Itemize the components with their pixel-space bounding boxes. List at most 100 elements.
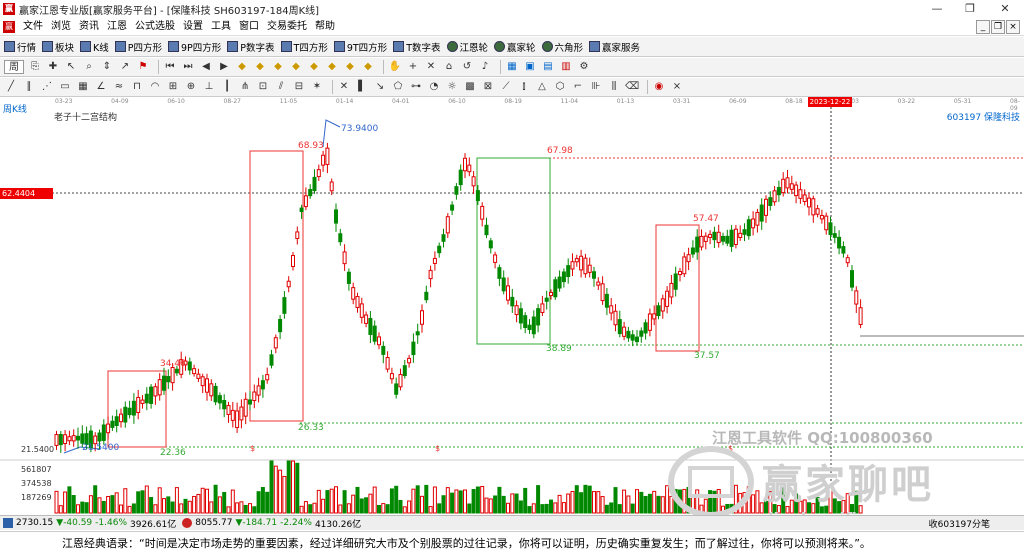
shape-tool-icon[interactable]: ⬠ — [391, 80, 405, 94]
vertical-tool-icon[interactable]: ┃ — [220, 80, 234, 94]
quote-button[interactable]: 行情 — [4, 40, 36, 54]
ruler-tool-icon[interactable]: ⊟ — [292, 80, 306, 94]
hex-tool-icon[interactable]: ⬡ — [553, 80, 567, 94]
erase-icon[interactable]: ⨯ — [670, 80, 684, 94]
box-tool-icon[interactable]: ▭ — [58, 80, 72, 94]
minimize-button[interactable]: — — [922, 0, 952, 18]
candle-body — [295, 231, 300, 239]
tick-detail-link[interactable]: 收603197分笔 — [929, 517, 990, 530]
menu-help[interactable]: 帮助 — [311, 18, 339, 36]
diamond-7-icon[interactable]: ◆ — [343, 60, 357, 74]
close-button[interactable]: ✕ — [990, 0, 1020, 18]
trend-tool-icon[interactable]: ⟋ — [499, 80, 513, 94]
flag-icon[interactable]: ⚑ — [136, 60, 150, 74]
9p-square-button[interactable]: 9P四方形 — [168, 40, 221, 54]
menu-news[interactable]: 资讯 — [75, 18, 103, 36]
zoom-icon[interactable]: ⌕ — [82, 60, 96, 74]
cross-icon[interactable]: ✕ — [424, 60, 438, 74]
config-icon[interactable]: ▥ — [559, 60, 573, 74]
clock-tool-icon[interactable]: ◔ — [427, 80, 441, 94]
menu-window[interactable]: 窗口 — [235, 18, 263, 36]
pointer-icon[interactable]: ↖ — [64, 60, 78, 74]
color-wheel-icon[interactable]: ◉ — [652, 80, 666, 94]
plus-icon[interactable]: + — [406, 60, 420, 74]
p-square-button[interactable]: P四方形 — [114, 40, 162, 54]
diamond-2-icon[interactable]: ◆ — [253, 60, 267, 74]
fib-tool-icon[interactable]: ⊞ — [166, 80, 180, 94]
sun-tool-icon[interactable]: ☼ — [445, 80, 459, 94]
first-icon[interactable]: ⏮ — [163, 60, 177, 74]
diamond-6-icon[interactable]: ◆ — [325, 60, 339, 74]
mdi-restore-button[interactable]: ❐ — [991, 20, 1005, 34]
spiral-tool-icon[interactable]: ⊕ — [184, 80, 198, 94]
menu-formula[interactable]: 公式选股 — [131, 18, 179, 36]
save-icon[interactable]: ▣ — [523, 60, 537, 74]
crosshair-icon[interactable]: ✚ — [46, 60, 60, 74]
arc-tool-icon[interactable]: ◠ — [148, 80, 162, 94]
line-tool-icon[interactable]: ╱ — [4, 80, 18, 94]
diamond-3-icon[interactable]: ◆ — [271, 60, 285, 74]
mdi-close-button[interactable]: × — [1006, 20, 1020, 34]
fork-tool-icon[interactable]: ⋔ — [238, 80, 252, 94]
diamond-5-icon[interactable]: ◆ — [307, 60, 321, 74]
sector-button[interactable]: 板块 — [42, 40, 74, 54]
delete-tool-icon[interactable]: ⌫ — [625, 80, 639, 94]
parallel-tool-icon[interactable]: ∥ — [22, 80, 36, 94]
price-annotation: 34.46 — [160, 359, 186, 369]
adjust-icon[interactable]: ⇕ — [100, 60, 114, 74]
reset-icon[interactable]: ↺ — [460, 60, 474, 74]
menu-settings[interactable]: 设置 — [179, 18, 207, 36]
fan-tool-icon[interactable]: ⋰ — [40, 80, 54, 94]
time-tool-icon[interactable]: ⊥ — [202, 80, 216, 94]
menu-gann[interactable]: 江恩 — [103, 18, 131, 36]
cursor-tool-icon[interactable]: ↘ — [373, 80, 387, 94]
tag-icon[interactable]: ⌂ — [442, 60, 456, 74]
menu-tools[interactable]: 工具 — [207, 18, 235, 36]
winner-wheel-button[interactable]: 赢家轮 — [494, 40, 536, 54]
kline-button[interactable]: K线 — [80, 40, 109, 54]
table-icon[interactable]: ▦ — [505, 60, 519, 74]
ladder-tool-icon[interactable]: ⊪ — [589, 80, 603, 94]
mdi-minimize-button[interactable]: _ — [976, 20, 990, 34]
maximize-button[interactable]: ❐ — [955, 0, 985, 18]
angle-tool-icon[interactable]: ∠ — [94, 80, 108, 94]
square-tool-icon[interactable]: ⊡ — [256, 80, 270, 94]
menu-browse[interactable]: 浏览 — [47, 18, 75, 36]
bell-icon[interactable]: ♪ — [478, 60, 492, 74]
diamond-1-icon[interactable]: ◆ — [235, 60, 249, 74]
spread-tool-icon[interactable]: ⊶ — [409, 80, 423, 94]
prev-icon[interactable]: ◀ — [199, 60, 213, 74]
channel-tool-icon[interactable]: ⫽ — [274, 80, 288, 94]
cycle-tool-icon[interactable]: ⊓ — [130, 80, 144, 94]
split-tool-icon[interactable]: ⫾ — [517, 80, 531, 94]
t-square-button[interactable]: T四方形 — [280, 40, 328, 54]
hexagon-button[interactable]: 六角形 — [541, 40, 583, 54]
grid-tool-icon[interactable]: ▦ — [76, 80, 90, 94]
p-number-table-button[interactable]: P数字表 — [227, 40, 275, 54]
copy-icon[interactable]: ⎘ — [28, 60, 42, 74]
winner-service-button[interactable]: 赢家服务 — [589, 40, 640, 54]
next-icon[interactable]: ▶ — [217, 60, 231, 74]
bar-tool-icon[interactable]: ▌ — [355, 80, 369, 94]
tri-tool-icon[interactable]: △ — [535, 80, 549, 94]
print-icon[interactable]: ▤ — [541, 60, 555, 74]
menu-file[interactable]: 文件 — [19, 18, 47, 36]
cursor-icon[interactable]: ↗ — [118, 60, 132, 74]
menu-trade[interactable]: 交易委托 — [263, 18, 311, 36]
diamond-8-icon[interactable]: ◆ — [361, 60, 375, 74]
last-icon[interactable]: ⏭ — [181, 60, 195, 74]
box2-tool-icon[interactable]: ⊠ — [481, 80, 495, 94]
wave-tool-icon[interactable]: ≈ — [112, 80, 126, 94]
comb-tool-icon[interactable]: ⫼ — [607, 80, 621, 94]
hand-icon[interactable]: ✋ — [388, 60, 402, 74]
diamond-4-icon[interactable]: ◆ — [289, 60, 303, 74]
star-tool-icon[interactable]: ✶ — [310, 80, 324, 94]
gann-wheel-button[interactable]: 江恩轮 — [446, 40, 488, 54]
cross-tool-icon[interactable]: ✕ — [337, 80, 351, 94]
settings-icon[interactable]: ⚙ — [577, 60, 591, 74]
t-number-table-button[interactable]: T数字表 — [393, 40, 441, 54]
step-tool-icon[interactable]: ⌐ — [571, 80, 585, 94]
period-select[interactable]: 周 — [4, 60, 24, 74]
9t-square-button[interactable]: 9T四方形 — [333, 40, 387, 54]
grid2-tool-icon[interactable]: ▩ — [463, 80, 477, 94]
